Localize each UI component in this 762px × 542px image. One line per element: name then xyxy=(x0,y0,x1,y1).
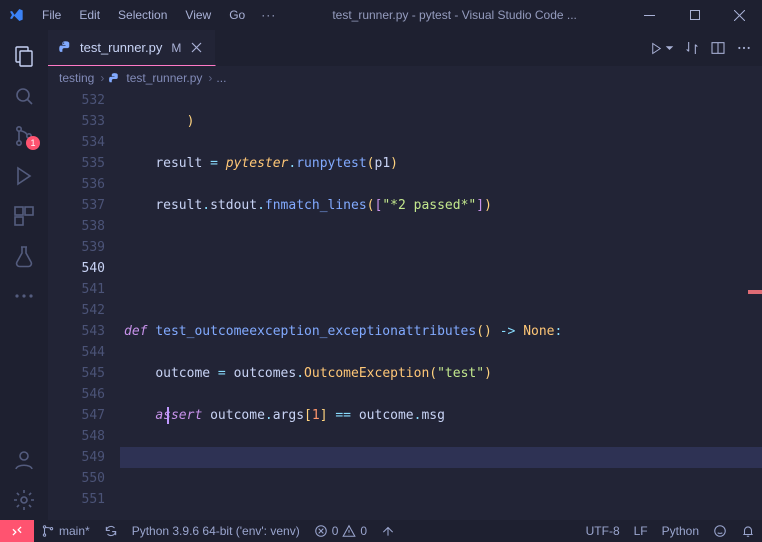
diff-changes-button[interactable] xyxy=(684,40,700,56)
breadcrumb-file[interactable]: test_runner.py› xyxy=(108,71,213,85)
tab-actions xyxy=(649,40,762,56)
tab-close-button[interactable] xyxy=(188,39,205,56)
overview-marker xyxy=(748,290,762,294)
activity-explorer[interactable] xyxy=(0,36,48,76)
menu-go[interactable]: Go xyxy=(221,4,253,26)
activity-search[interactable] xyxy=(0,76,48,116)
activity-testing[interactable] xyxy=(0,236,48,276)
status-eol[interactable]: LF xyxy=(627,520,655,542)
split-editor-button[interactable] xyxy=(710,40,726,56)
activity-bar: 1 xyxy=(0,30,48,520)
activity-extensions[interactable] xyxy=(0,196,48,236)
text-cursor xyxy=(167,407,169,424)
menu-selection[interactable]: Selection xyxy=(110,4,175,26)
activity-settings[interactable] xyxy=(0,480,48,520)
status-sync[interactable] xyxy=(97,520,125,542)
overview-ruler[interactable] xyxy=(748,90,762,520)
main: 1 test_runner.py M xyxy=(0,30,762,520)
status-problems[interactable]: 0 0 xyxy=(307,520,374,542)
activity-run-debug[interactable] xyxy=(0,156,48,196)
status-live-share[interactable] xyxy=(374,520,402,542)
menu-edit[interactable]: Edit xyxy=(71,4,108,26)
run-file-button[interactable] xyxy=(649,41,674,56)
python-file-icon xyxy=(58,40,73,55)
window-close-button[interactable] xyxy=(717,0,762,30)
status-encoding[interactable]: UTF-8 xyxy=(579,520,627,542)
status-notifications[interactable] xyxy=(734,520,762,542)
window-controls xyxy=(627,0,762,30)
breadcrumb-overflow[interactable]: ... xyxy=(216,71,226,85)
editor-body: 532 533 534 535 536 537 538 539 540 541 … xyxy=(48,90,762,520)
code-editor[interactable]: ) result = pytester.runpytest(p1) result… xyxy=(120,90,762,520)
title-bar: File Edit Selection View Go ··· test_run… xyxy=(0,0,762,30)
activity-accounts[interactable] xyxy=(0,440,48,480)
status-language[interactable]: Python xyxy=(655,520,706,542)
activity-overflow[interactable] xyxy=(0,276,48,316)
menu-bar: File Edit Selection View Go ··· xyxy=(34,4,282,26)
python-file-icon xyxy=(108,72,121,85)
status-interpreter[interactable]: Python 3.9.6 64-bit ('env': venv) xyxy=(125,520,307,542)
tab-modified-marker: M xyxy=(171,41,181,55)
activity-source-control[interactable]: 1 xyxy=(0,116,48,156)
status-feedback[interactable] xyxy=(706,520,734,542)
line-number-gutter[interactable]: 532 533 534 535 536 537 538 539 540 541 … xyxy=(68,90,120,520)
breadcrumb-folder[interactable]: testing› xyxy=(59,71,105,85)
status-branch[interactable]: main* xyxy=(34,520,97,542)
menu-overflow[interactable]: ··· xyxy=(255,4,282,26)
breadcrumbs[interactable]: testing› test_runner.py› ... xyxy=(48,66,762,90)
editor-more-button[interactable] xyxy=(736,40,752,56)
window-title: test_runner.py - pytest - Visual Studio … xyxy=(282,8,627,22)
status-bar: main* Python 3.9.6 64-bit ('env': venv) … xyxy=(0,520,762,542)
menu-view[interactable]: View xyxy=(177,4,219,26)
vscode-icon xyxy=(8,7,24,23)
window-minimize-button[interactable] xyxy=(627,0,672,30)
tabs-row: test_runner.py M xyxy=(48,30,762,66)
menu-file[interactable]: File xyxy=(34,4,69,26)
scm-badge: 1 xyxy=(26,136,40,150)
remote-indicator[interactable] xyxy=(0,520,34,542)
tab-label: test_runner.py xyxy=(80,40,162,55)
window-maximize-button[interactable] xyxy=(672,0,717,30)
editor-group: test_runner.py M xyxy=(48,30,762,520)
glyph-margin xyxy=(48,90,68,520)
tab-test-runner[interactable]: test_runner.py M xyxy=(48,30,216,66)
